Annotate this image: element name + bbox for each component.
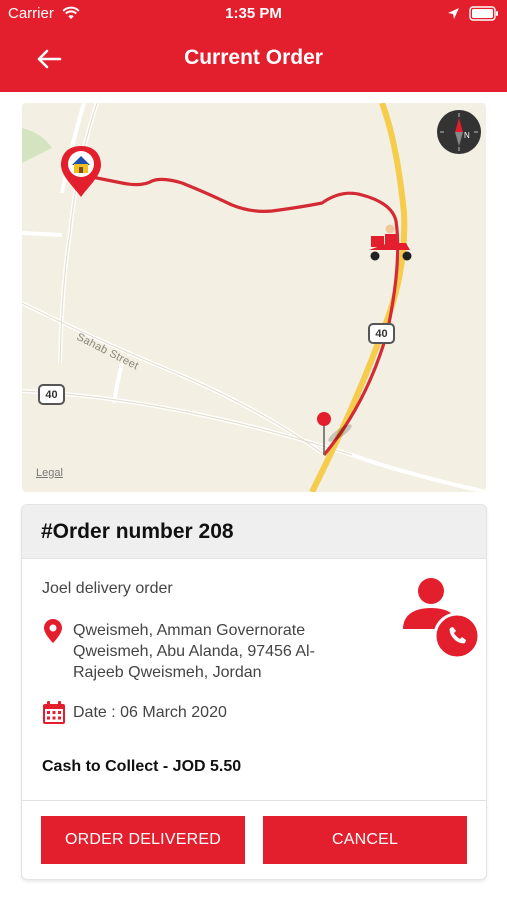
- svg-text:N: N: [464, 131, 470, 140]
- road-shield: 40: [368, 323, 395, 344]
- cash-to-collect: Cash to Collect - JOD 5.50: [42, 758, 242, 775]
- compass-button[interactable]: N: [435, 108, 483, 156]
- card-divider: [22, 800, 486, 801]
- status-bar: Carrier 1:35 PM: [0, 0, 507, 28]
- order-address: Qweismeh, Amman Governorate Qweismeh, Ab…: [73, 622, 315, 681]
- order-date: Date : 06 March 2020: [73, 704, 227, 721]
- order-header: #Order number 208: [22, 505, 486, 559]
- road-shield: 40: [38, 384, 65, 405]
- order-delivered-button[interactable]: ORDER DELIVERED: [41, 816, 245, 864]
- home-marker-icon: [61, 146, 101, 197]
- status-time: 1:35 PM: [225, 5, 282, 22]
- page-title: Current Order: [184, 46, 323, 69]
- call-customer-icon: [403, 578, 481, 660]
- order-title: #Order number 208: [41, 520, 234, 543]
- call-customer-button[interactable]: [400, 577, 482, 663]
- location-arrow-icon: [448, 8, 459, 19]
- map-canvas: [22, 103, 486, 492]
- battery-icon: [469, 6, 498, 21]
- location-pin-icon: [44, 619, 62, 643]
- legal-link[interactable]: Legal: [36, 467, 63, 479]
- cancel-button[interactable]: CANCEL: [263, 816, 467, 864]
- order-card: #Order number 208 Joel delivery order Qw…: [22, 505, 486, 879]
- calendar-icon: [43, 701, 65, 724]
- highway: [309, 103, 408, 492]
- compass-icon: N: [437, 110, 481, 154]
- app-header: Carrier 1:35 PM Current Order: [0, 0, 507, 92]
- order-type: Joel delivery order: [42, 580, 173, 597]
- delivery-map[interactable]: 40 40 Sahab Street Legal N: [22, 103, 486, 492]
